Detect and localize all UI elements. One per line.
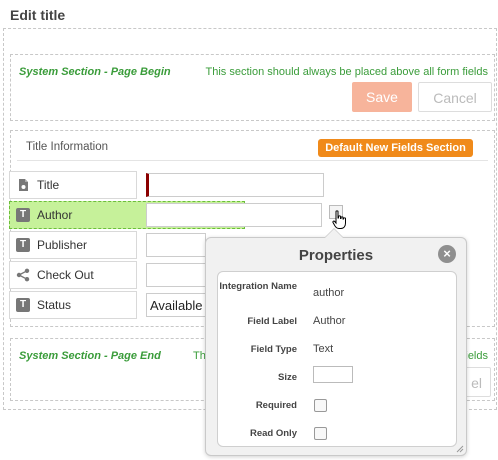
author-input[interactable] xyxy=(146,203,322,227)
properties-popover: Properties × Integration Name author Fie… xyxy=(205,228,467,456)
default-section-badge: Default New Fields Section xyxy=(318,139,473,157)
field-row-publisher[interactable]: T Publisher xyxy=(9,231,137,259)
property-label: Read Only xyxy=(250,428,297,439)
text-type-icon: T xyxy=(16,208,30,222)
system-section-page-begin[interactable]: System Section - Page Begin This section… xyxy=(10,54,495,121)
property-label: Required xyxy=(255,400,297,411)
field-label: Status xyxy=(37,298,72,312)
system-section-note: This section should always be placed abo… xyxy=(205,66,488,78)
section-heading: Title Information xyxy=(26,141,109,153)
page-title: Edit title xyxy=(10,7,66,23)
field-label: Publisher xyxy=(37,238,88,252)
property-label: Field Type xyxy=(250,344,297,355)
text-type-icon: T xyxy=(16,238,30,252)
field-label: Check Out xyxy=(37,268,94,282)
field-row-status[interactable]: T Status xyxy=(9,291,137,319)
field-label: Title xyxy=(37,178,60,192)
property-label: Field Label xyxy=(247,316,297,327)
required-checkbox[interactable] xyxy=(314,399,327,412)
system-section-title: System Section - Page End xyxy=(19,350,161,362)
title-input[interactable] xyxy=(146,173,324,197)
document-icon xyxy=(16,178,30,192)
system-section-title: System Section - Page Begin xyxy=(19,66,171,78)
popover-title: Properties xyxy=(298,247,374,264)
cancel-button[interactable]: Cancel xyxy=(418,82,492,112)
popover-arrow xyxy=(324,228,344,238)
size-input[interactable] xyxy=(313,366,353,383)
status-select[interactable]: Available xyxy=(146,293,206,317)
field-label: Author xyxy=(37,208,73,222)
resize-grip-icon[interactable] xyxy=(456,445,464,453)
property-label: Integration Name xyxy=(219,281,297,292)
properties-panel: Integration Name author Field Label Auth… xyxy=(217,271,457,447)
system-section-note-start: Th xyxy=(193,350,206,362)
property-value: author xyxy=(313,287,345,299)
field-value: Available xyxy=(150,298,203,313)
hand-cursor-icon xyxy=(332,210,346,229)
read-only-checkbox[interactable] xyxy=(314,427,327,440)
save-button[interactable]: Save xyxy=(352,82,412,112)
text-type-icon: T xyxy=(16,298,30,312)
publisher-input[interactable] xyxy=(146,233,206,257)
property-value: Text xyxy=(313,343,334,355)
property-value: Author xyxy=(313,315,346,327)
field-row-title[interactable]: Title xyxy=(9,171,137,199)
check-out-input[interactable] xyxy=(146,263,206,287)
share-icon xyxy=(16,268,30,282)
property-label: Size xyxy=(277,372,297,383)
close-icon[interactable]: × xyxy=(438,245,456,263)
field-row-check-out[interactable]: Check Out xyxy=(9,261,137,289)
section-divider xyxy=(17,160,488,161)
